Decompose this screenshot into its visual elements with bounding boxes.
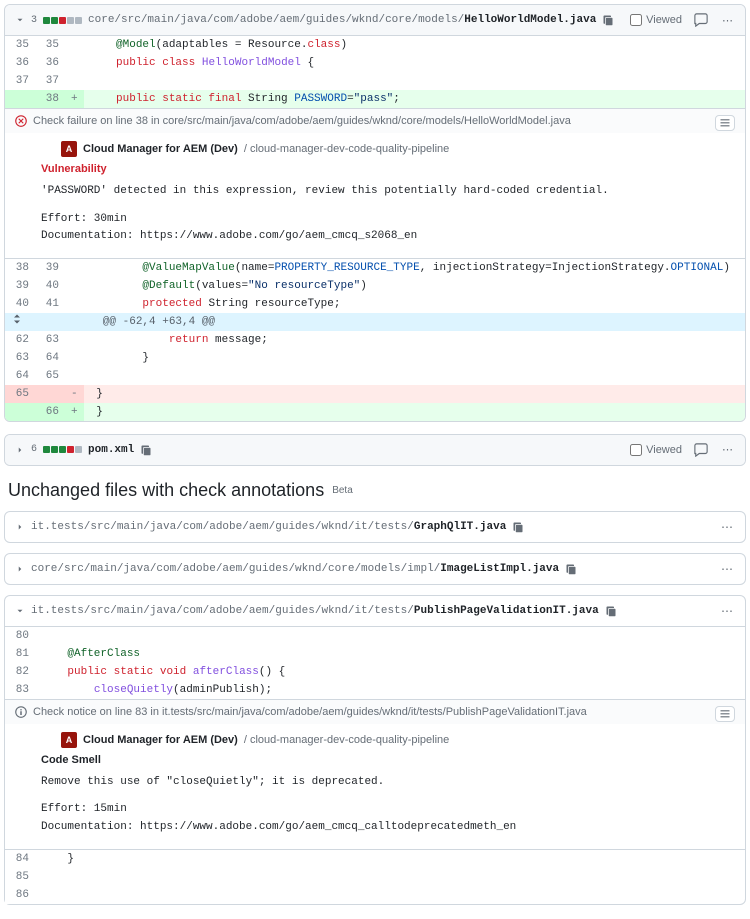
info-icon — [15, 706, 27, 718]
check-annotation-failure: Check failure on line 38 in core/src/mai… — [5, 108, 745, 259]
file-path: core/src/main/java/com/adobe/aem/guides/… — [31, 563, 559, 575]
code-table: 80 81 @AfterClass 82 public static void … — [5, 627, 745, 699]
annotation-kind: Vulnerability — [41, 163, 735, 175]
section-heading: Unchanged files with check annotations Be… — [8, 480, 746, 501]
viewed-label: Viewed — [646, 14, 682, 26]
annotation-doc: Documentation: https://www.adobe.com/go/… — [41, 228, 735, 246]
annotation-menu-icon[interactable] — [715, 115, 735, 131]
file-imagelist: core/src/main/java/com/adobe/aem/guides/… — [4, 553, 746, 585]
chevron-right-icon[interactable] — [15, 564, 25, 574]
annotation-effort: Effort: 15min — [41, 801, 735, 819]
file-header: 3 core/src/main/java/com/adobe/aem/guide… — [5, 5, 745, 36]
annotation-effort: Effort: 30min — [41, 211, 735, 229]
app-pipeline: / cloud-manager-dev-code-quality-pipelin… — [244, 143, 449, 155]
kebab-icon[interactable]: ⋯ — [719, 602, 735, 620]
copy-icon[interactable] — [602, 14, 614, 26]
diffstat — [43, 446, 82, 453]
comment-icon[interactable] — [692, 11, 710, 29]
x-circle-icon — [15, 115, 27, 127]
viewed-checkbox[interactable]: Viewed — [630, 444, 682, 456]
annotation-menu-icon[interactable] — [715, 706, 735, 722]
app-pipeline: / cloud-manager-dev-code-quality-pipelin… — [244, 734, 449, 746]
annotation-doc: Documentation: https://www.adobe.com/go/… — [41, 819, 735, 837]
path-dir: core/src/main/java/com/adobe/aem/guides/… — [88, 14, 464, 26]
kebab-icon[interactable]: ⋯ — [720, 12, 735, 29]
annotation-message: 'PASSWORD' detected in this expression, … — [41, 183, 735, 201]
viewed-checkbox[interactable]: Viewed — [630, 14, 682, 26]
file-path: it.tests/src/main/java/com/adobe/aem/gui… — [31, 521, 506, 533]
annotation-header-text: Check failure on line 38 in core/src/mai… — [33, 115, 571, 127]
app-name[interactable]: Cloud Manager for AEM (Dev) — [83, 143, 238, 155]
kebab-icon[interactable]: ⋯ — [719, 560, 735, 578]
file-diff-helloworld: 3 core/src/main/java/com/adobe/aem/guide… — [4, 4, 746, 422]
copy-icon[interactable] — [512, 521, 524, 533]
file-publishpage: it.tests/src/main/java/com/adobe/aem/gui… — [4, 595, 746, 905]
path-filename: pom.xml — [88, 444, 134, 456]
copy-icon[interactable] — [565, 563, 577, 575]
kebab-icon[interactable]: ⋯ — [719, 518, 735, 536]
file-path: pom.xml — [88, 444, 134, 456]
comment-icon[interactable] — [692, 441, 710, 459]
chevron-right-icon[interactable] — [15, 445, 25, 455]
app-avatar: A — [61, 141, 77, 157]
copy-icon[interactable] — [605, 605, 617, 617]
beta-badge: Beta — [332, 485, 353, 496]
annotation-message: Remove this use of "closeQuietly"; it is… — [41, 774, 735, 792]
kebab-icon[interactable]: ⋯ — [720, 441, 735, 458]
file-diff-pom: 6 pom.xml Viewed ⋯ — [4, 434, 746, 466]
diffstat — [43, 17, 82, 24]
copy-icon[interactable] — [140, 444, 152, 456]
diff-table-cont: 3839 @ValueMapValue(name=PROPERTY_RESOUR… — [5, 259, 745, 421]
annotation-kind: Code Smell — [41, 754, 735, 766]
check-annotation-notice: Check notice on line 83 in it.tests/src/… — [5, 699, 745, 850]
change-count: 6 — [31, 444, 37, 455]
file-path: core/src/main/java/com/adobe/aem/guides/… — [88, 14, 596, 26]
annotation-header-text: Check notice on line 83 in it.tests/src/… — [33, 706, 587, 718]
chevron-right-icon[interactable] — [15, 522, 25, 532]
diff-table: 3535 @Model(adaptables = Resource.class)… — [5, 36, 745, 108]
app-avatar: A — [61, 732, 77, 748]
chevron-down-icon[interactable] — [15, 606, 25, 616]
section-title: Unchanged files with check annotations — [8, 480, 324, 501]
change-count: 3 — [31, 15, 37, 26]
file-path: it.tests/src/main/java/com/adobe/aem/gui… — [31, 605, 599, 617]
chevron-down-icon[interactable] — [15, 15, 25, 25]
file-graphql: it.tests/src/main/java/com/adobe/aem/gui… — [4, 511, 746, 543]
path-filename: HelloWorldModel.java — [464, 14, 596, 26]
app-name[interactable]: Cloud Manager for AEM (Dev) — [83, 734, 238, 746]
